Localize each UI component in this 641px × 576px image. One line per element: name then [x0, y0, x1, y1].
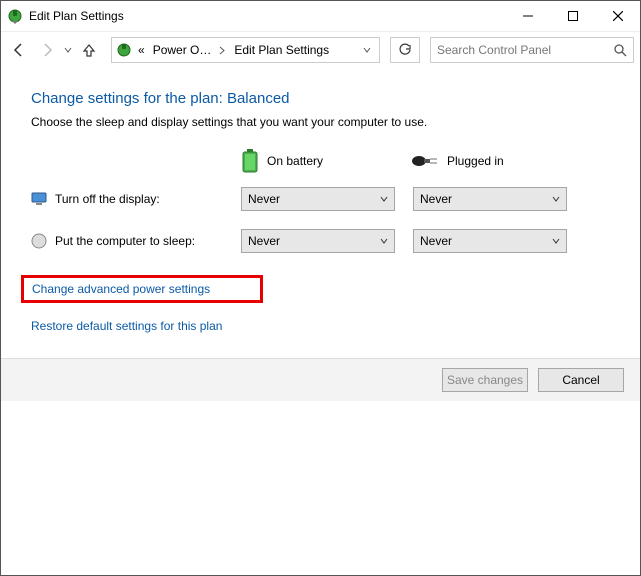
sleep-row: Put the computer to sleep: Never Never — [31, 229, 610, 253]
breadcrumb-edit-plan[interactable]: Edit Plan Settings — [232, 43, 331, 57]
sleep-on-battery-value: Never — [248, 234, 280, 248]
footer-bar: Save changes Cancel — [1, 358, 640, 401]
chevron-down-icon — [380, 238, 388, 244]
breadcrumb-chevrons[interactable]: « — [136, 43, 147, 57]
search-input[interactable]: Search Control Panel — [430, 37, 634, 63]
power-options-icon — [116, 42, 132, 58]
display-icon — [31, 191, 47, 207]
cancel-label: Cancel — [562, 373, 599, 387]
page-subtext: Choose the sleep and display settings th… — [31, 115, 610, 129]
address-dropdown-icon[interactable] — [359, 46, 375, 54]
moon-icon — [31, 233, 47, 249]
content-area: Change settings for the plan: Balanced C… — [1, 68, 640, 347]
plugged-in-label: Plugged in — [447, 154, 504, 168]
column-headers: On battery Plugged in — [31, 149, 610, 173]
on-battery-header: On battery — [241, 149, 391, 173]
turn-off-display-row: Turn off the display: Never Never — [31, 187, 610, 211]
sleep-label: Put the computer to sleep: — [55, 234, 195, 248]
app-icon — [7, 8, 23, 24]
breadcrumb-power-options[interactable]: Power O… — [151, 43, 214, 57]
recent-locations-button[interactable] — [63, 46, 73, 54]
restore-defaults-link[interactable]: Restore default settings for this plan — [31, 319, 222, 333]
sleep-plugged-select[interactable]: Never — [413, 229, 567, 253]
display-plugged-select[interactable]: Never — [413, 187, 567, 211]
search-icon — [614, 44, 627, 57]
minimize-button[interactable] — [505, 2, 550, 31]
page-heading: Change settings for the plan: Balanced — [31, 90, 610, 107]
close-button[interactable] — [595, 2, 640, 31]
cancel-button[interactable]: Cancel — [538, 368, 624, 392]
chevron-down-icon — [380, 196, 388, 202]
maximize-button[interactable] — [550, 2, 595, 31]
window-controls — [505, 2, 640, 31]
up-button[interactable] — [77, 38, 101, 62]
display-on-battery-select[interactable]: Never — [241, 187, 395, 211]
sleep-plugged-value: Never — [420, 234, 452, 248]
chevron-right-icon — [217, 46, 228, 55]
address-bar[interactable]: « Power O… Edit Plan Settings — [111, 37, 380, 63]
nav-toolbar: « Power O… Edit Plan Settings Search Con… — [1, 32, 640, 68]
plug-icon — [411, 153, 439, 169]
plugged-in-header: Plugged in — [411, 153, 561, 169]
search-placeholder: Search Control Panel — [437, 43, 551, 57]
display-plugged-value: Never — [420, 192, 452, 206]
titlebar: Edit Plan Settings — [1, 1, 640, 32]
save-changes-label: Save changes — [447, 373, 523, 387]
window-title: Edit Plan Settings — [29, 9, 124, 23]
forward-button[interactable] — [35, 38, 59, 62]
highlighted-link-area: Change advanced power settings — [21, 275, 263, 303]
on-battery-label: On battery — [267, 154, 323, 168]
back-button[interactable] — [7, 38, 31, 62]
save-changes-button[interactable]: Save changes — [442, 368, 528, 392]
advanced-power-settings-link[interactable]: Change advanced power settings — [32, 282, 210, 296]
sleep-on-battery-select[interactable]: Never — [241, 229, 395, 253]
battery-icon — [241, 149, 259, 173]
chevron-down-icon — [552, 196, 560, 202]
refresh-button[interactable] — [390, 37, 420, 63]
display-on-battery-value: Never — [248, 192, 280, 206]
turn-off-display-label: Turn off the display: — [55, 192, 160, 206]
chevron-down-icon — [552, 238, 560, 244]
